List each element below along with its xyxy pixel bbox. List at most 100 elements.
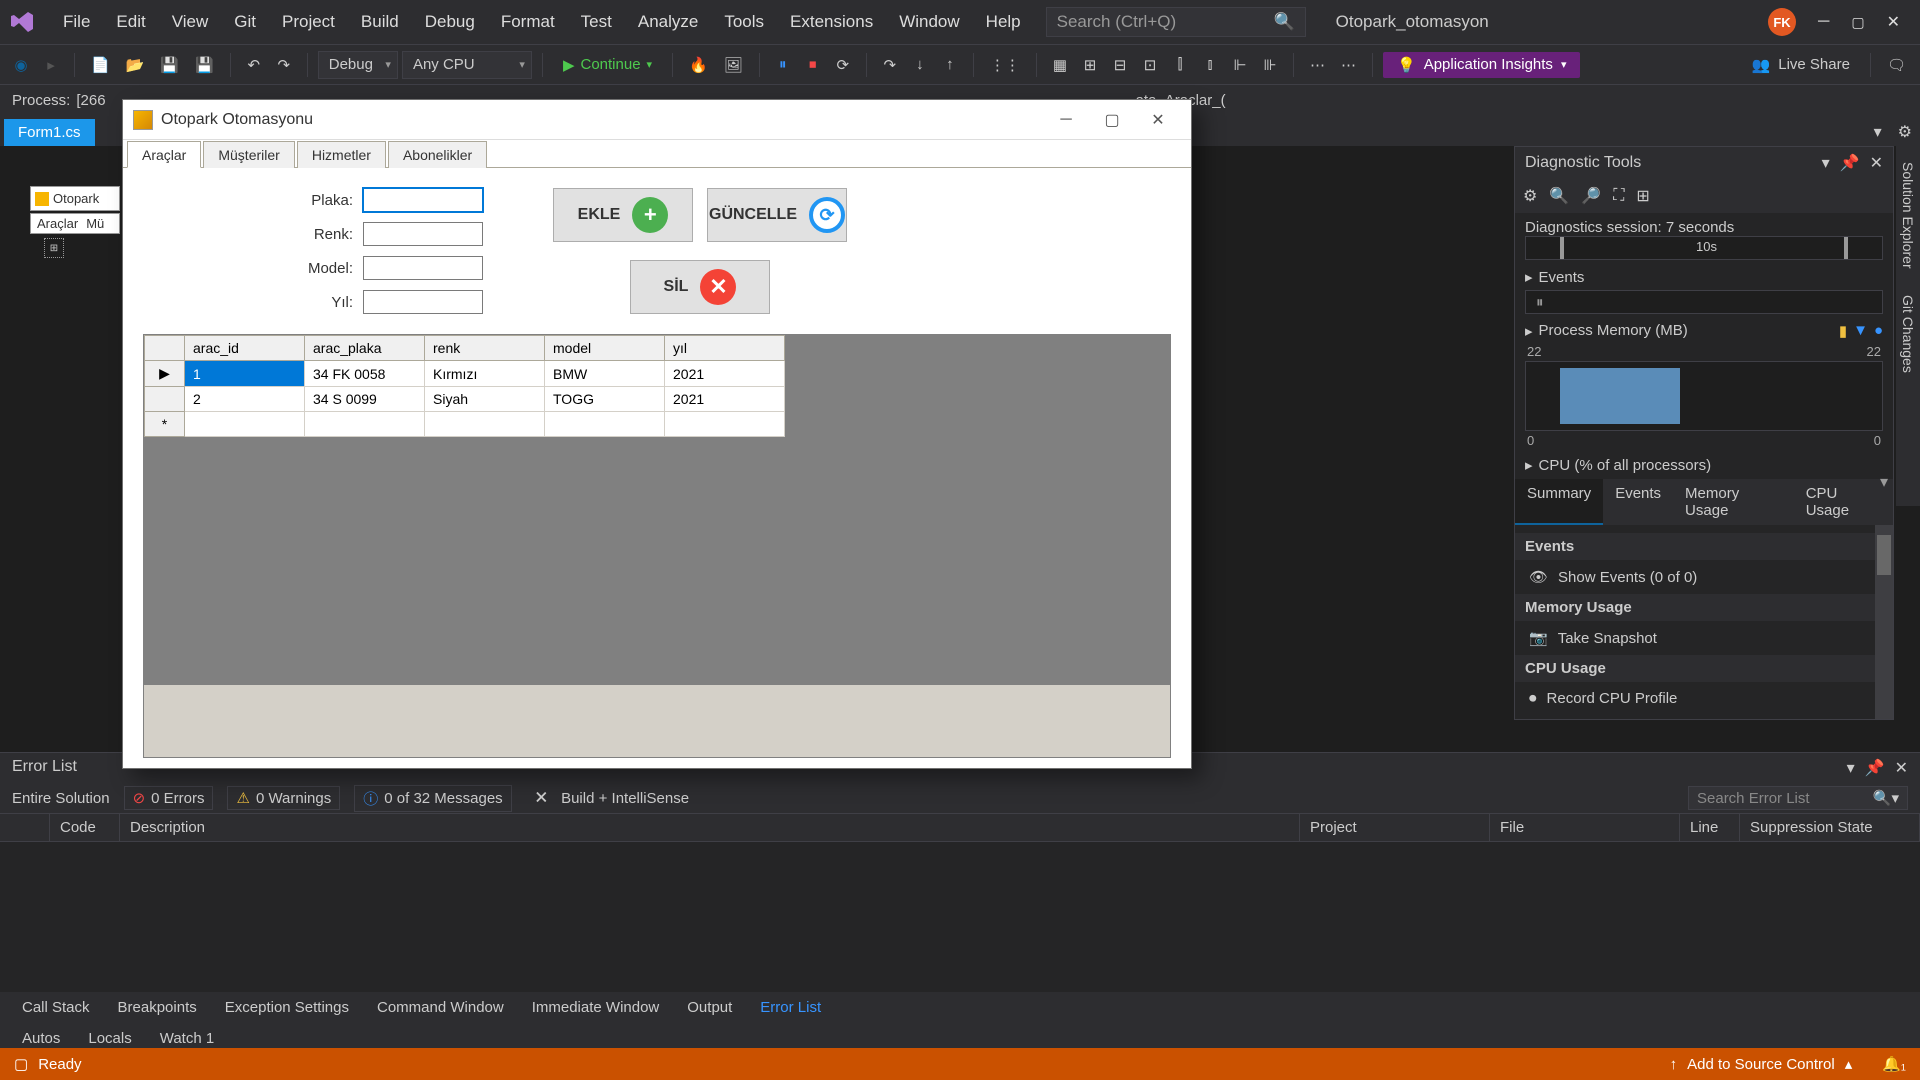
col-project[interactable]: Project xyxy=(1300,814,1490,841)
align5-icon[interactable]: ⫿ xyxy=(1167,51,1193,79)
col-arac-id[interactable]: arac_id xyxy=(185,336,305,361)
redo-icon[interactable]: ↷ xyxy=(271,51,297,79)
btab-exception[interactable]: Exception Settings xyxy=(213,996,361,1019)
hot-reload-icon[interactable]: 🔥 xyxy=(683,51,714,79)
col-code[interactable]: Code xyxy=(50,814,120,841)
diag-reset-icon[interactable]: ⛶ xyxy=(1613,187,1624,205)
pause-icon[interactable]: ⏸ xyxy=(770,51,796,79)
diag-zoom-out-icon[interactable]: 🔎 xyxy=(1581,186,1601,206)
table-row[interactable]: 2 34 S 0099 Siyah TOGG 2021 xyxy=(145,387,785,412)
browser-icon[interactable]: 🖼 xyxy=(718,51,749,79)
error-search[interactable]: Search Error List 🔍▾ xyxy=(1688,786,1908,810)
app-insights-button[interactable]: 💡 Application Insights ▾ xyxy=(1383,52,1580,78)
guncelle-button[interactable]: GÜNCELLE ⟳ xyxy=(707,188,847,242)
tab-araclar[interactable]: Araçlar xyxy=(127,141,201,168)
warnings-filter[interactable]: ⚠0 Warnings xyxy=(227,786,340,810)
model-input[interactable] xyxy=(363,256,483,280)
record-cpu-link[interactable]: ⏺Record CPU Profile xyxy=(1525,684,1883,713)
yil-input[interactable] xyxy=(363,290,483,314)
col-yil[interactable]: yıl xyxy=(665,336,785,361)
nav-back-icon[interactable]: ◉ xyxy=(8,51,34,79)
save-icon[interactable]: 💾 xyxy=(154,51,185,79)
app-minimize-icon[interactable]: ─ xyxy=(1043,104,1089,136)
btab-autos[interactable]: Autos xyxy=(10,1027,72,1050)
plaka-input[interactable] xyxy=(363,188,483,212)
menu-view[interactable]: View xyxy=(159,12,222,32)
align6-icon[interactable]: ⫾ xyxy=(1197,51,1223,79)
window-minimize-icon[interactable]: ─ xyxy=(1818,13,1829,31)
chevron-down-icon[interactable]: ▸ xyxy=(1525,268,1533,286)
diag-scrollbar[interactable] xyxy=(1875,525,1893,719)
btab-output[interactable]: Output xyxy=(675,996,744,1019)
step-out-icon[interactable]: ↑ xyxy=(937,51,963,79)
show-events-link[interactable]: 👁Show Events (0 of 0) xyxy=(1525,562,1883,592)
new-project-icon[interactable]: 📄 xyxy=(85,51,116,79)
tab-abonelikler[interactable]: Abonelikler xyxy=(388,141,487,168)
btab-immediate[interactable]: Immediate Window xyxy=(520,996,672,1019)
window-maximize-icon[interactable]: ▢ xyxy=(1851,14,1864,31)
menu-debug[interactable]: Debug xyxy=(412,12,488,32)
menu-project[interactable]: Project xyxy=(269,12,348,32)
menu-git[interactable]: Git xyxy=(221,12,269,32)
align4-icon[interactable]: ⊡ xyxy=(1137,51,1163,79)
git-changes-tab[interactable]: Git Changes xyxy=(1898,289,1918,379)
btab-breakpoints[interactable]: Breakpoints xyxy=(106,996,209,1019)
col-file[interactable]: File xyxy=(1490,814,1680,841)
errlist-close-icon[interactable]: ✕ xyxy=(1895,758,1908,778)
chevron-down-icon[interactable]: ▸ xyxy=(1525,322,1533,340)
menu-analyze[interactable]: Analyze xyxy=(625,12,711,32)
nav-fwd-icon[interactable]: ▸ xyxy=(38,51,64,79)
user-avatar[interactable]: FK xyxy=(1768,8,1796,36)
messages-filter[interactable]: ⓘ0 of 32 Messages xyxy=(354,785,511,812)
menu-window[interactable]: Window xyxy=(886,12,972,32)
table-row[interactable]: ▶ 1 34 FK 0058 Kırmızı BMW 2021 xyxy=(145,361,785,387)
diag-close-icon[interactable]: ✕ xyxy=(1870,153,1883,173)
restart-icon[interactable]: ⟳ xyxy=(830,51,856,79)
scope-combo[interactable]: Entire Solution xyxy=(12,790,110,807)
col-desc[interactable]: Description xyxy=(120,814,1300,841)
align7-icon[interactable]: ⊩ xyxy=(1227,51,1253,79)
errors-filter[interactable]: ⊘0 Errors xyxy=(124,786,214,810)
app-maximize-icon[interactable]: ▢ xyxy=(1089,104,1135,136)
diag-gear-icon[interactable]: ⚙ xyxy=(1523,186,1537,206)
save-all-icon[interactable]: 💾 xyxy=(189,51,220,79)
quick-search[interactable]: Search (Ctrl+Q) 🔍 xyxy=(1046,7,1306,37)
scroll-down-icon[interactable]: ▾ xyxy=(1875,473,1893,491)
col-suppression[interactable]: Suppression State xyxy=(1740,814,1920,841)
tab-order-icon[interactable]: ⋯ xyxy=(1304,51,1331,79)
menu-file[interactable]: File xyxy=(50,12,103,32)
menu-format[interactable]: Format xyxy=(488,12,568,32)
config-combo[interactable]: Debug xyxy=(318,51,398,79)
take-snapshot-link[interactable]: 📷Take Snapshot xyxy=(1525,623,1883,653)
app-close-icon[interactable]: ✕ xyxy=(1135,104,1181,136)
continue-button[interactable]: ▶ Continue ▾ xyxy=(553,56,662,74)
undo-icon[interactable]: ↶ xyxy=(241,51,267,79)
diag-dropdown-icon[interactable]: ▾ xyxy=(1822,153,1830,173)
window-close-icon[interactable]: ✕ xyxy=(1887,12,1900,32)
col-renk[interactable]: renk xyxy=(425,336,545,361)
add-source-control[interactable]: Add to Source Control xyxy=(1687,1056,1835,1073)
diag-tab-events[interactable]: Events xyxy=(1603,479,1673,525)
btab-command[interactable]: Command Window xyxy=(365,996,516,1019)
diag-filter-icon[interactable]: ⊞ xyxy=(1636,186,1649,206)
feedback-icon[interactable]: 🗨 xyxy=(1881,51,1912,79)
ekle-button[interactable]: EKLE + xyxy=(553,188,693,242)
diag-tab-summary[interactable]: Summary xyxy=(1515,479,1603,525)
align3-icon[interactable]: ⊟ xyxy=(1107,51,1133,79)
errlist-pin-icon[interactable]: 📌 xyxy=(1865,758,1885,778)
btab-callstack[interactable]: Call Stack xyxy=(10,996,102,1019)
align2-icon[interactable]: ⊞ xyxy=(1077,51,1103,79)
notifications-icon[interactable]: 🔔₁ xyxy=(1882,1055,1906,1073)
align8-icon[interactable]: ⊪ xyxy=(1257,51,1283,79)
diag-pin-icon[interactable]: 📌 xyxy=(1840,153,1860,173)
step-into-icon[interactable]: ↓ xyxy=(907,51,933,79)
grid-icon[interactable]: ▦ xyxy=(1047,51,1073,79)
build-combo[interactable]: Build + IntelliSense xyxy=(561,790,689,807)
row-selector-icon[interactable]: ▶ xyxy=(145,361,185,387)
menu-test[interactable]: Test xyxy=(568,12,625,32)
more-icon[interactable]: ⋯ xyxy=(1335,51,1362,79)
live-share-button[interactable]: 👥 Live Share xyxy=(1742,56,1860,74)
align-icon[interactable]: ⋮⋮ xyxy=(984,51,1026,79)
chevron-up-icon[interactable]: ▴ xyxy=(1845,1055,1853,1073)
col-line[interactable]: Line xyxy=(1680,814,1740,841)
